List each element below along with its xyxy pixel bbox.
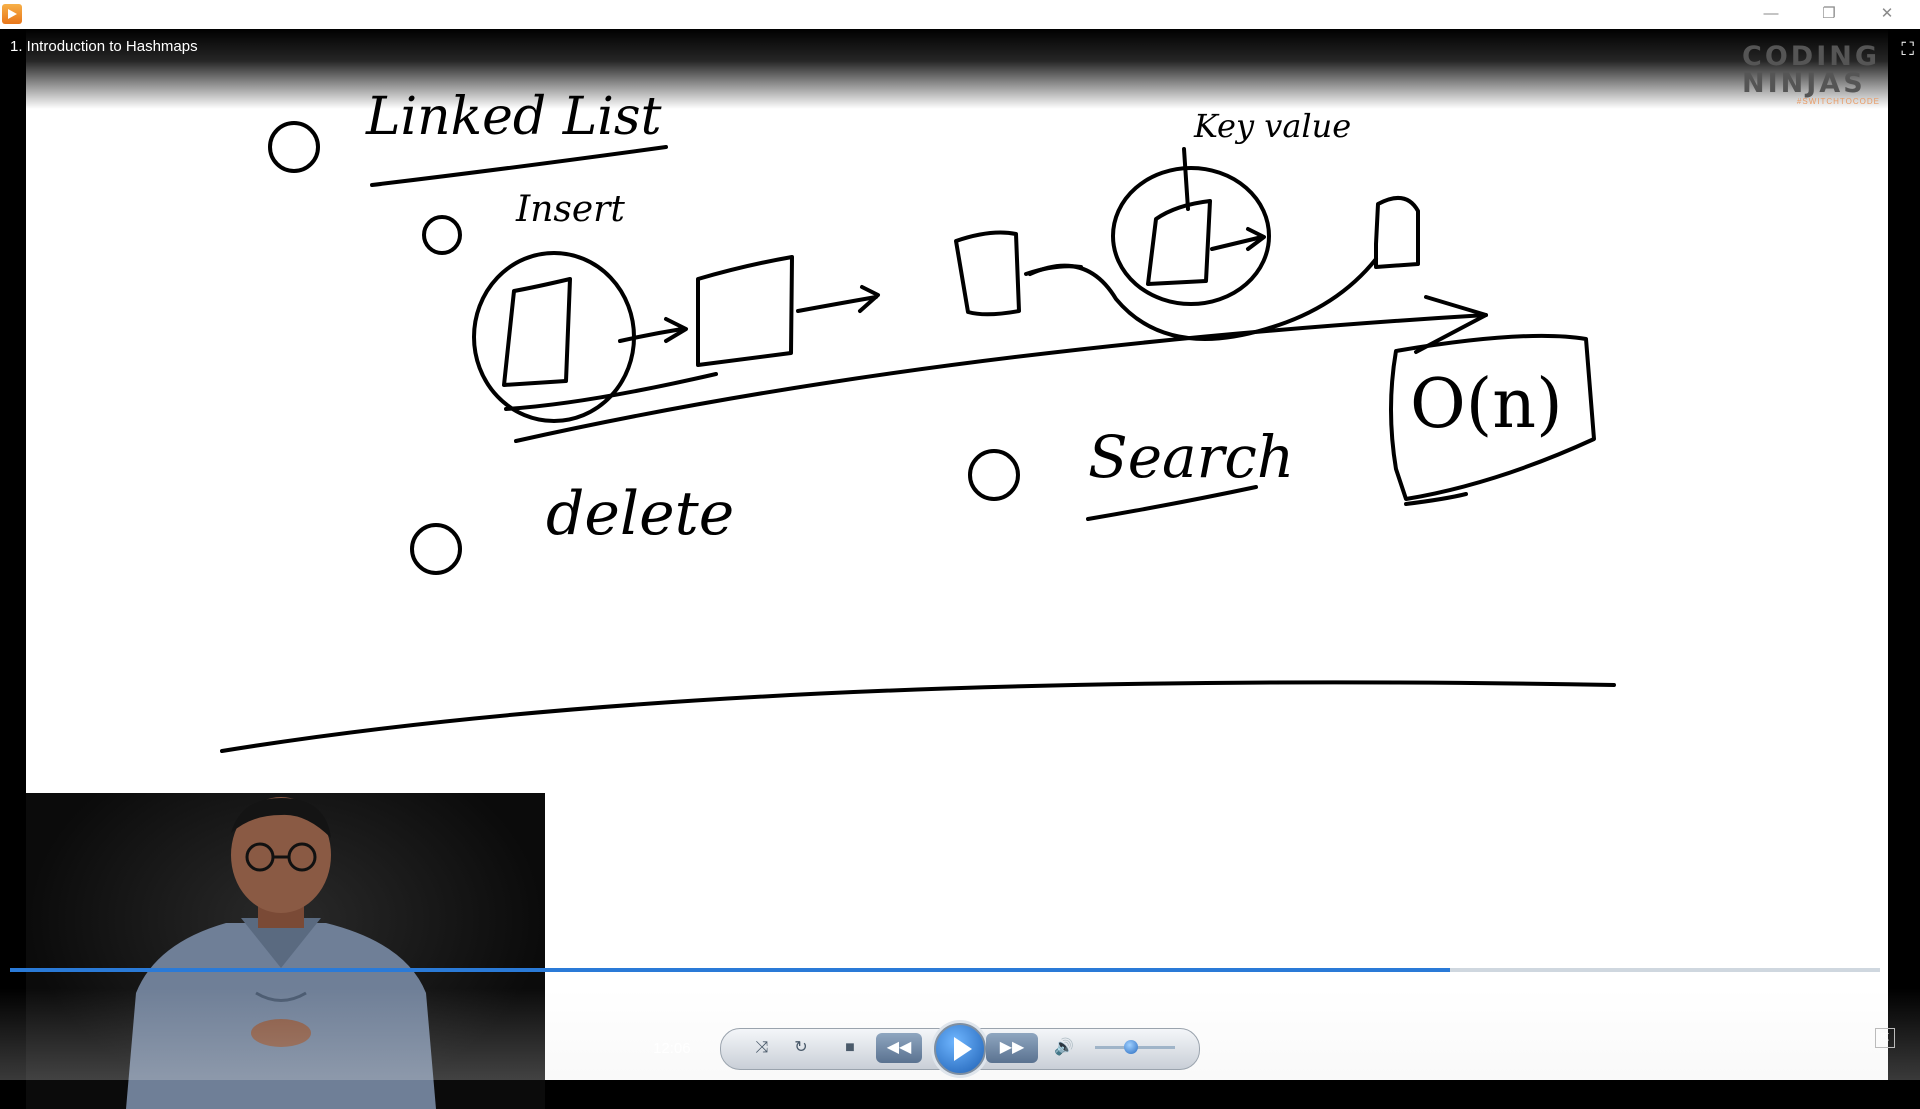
item1-number-circle <box>422 215 462 255</box>
volume-thumb[interactable] <box>1124 1040 1138 1054</box>
stop-icon[interactable]: ■ <box>836 1034 864 1062</box>
key-value-text: Key value <box>1194 107 1352 145</box>
shuffle-icon[interactable]: ⤨ <box>748 1034 776 1062</box>
seek-progress <box>10 968 1450 972</box>
fast-forward-icon: ▶▶ <box>999 1039 1025 1056</box>
rewind-button[interactable]: ◀◀ <box>876 1033 922 1063</box>
heading-underline <box>370 145 668 187</box>
search-underline <box>1086 485 1258 521</box>
webcam-feed <box>26 793 545 1109</box>
item2-number-circle <box>410 523 462 575</box>
presenter-image <box>126 797 436 1109</box>
switch-to-now-playing-icon[interactable]: ⇱ <box>1875 1028 1895 1048</box>
complexity-text: O(n) <box>1410 365 1563 444</box>
node-box-1 <box>502 277 572 387</box>
video-area[interactable]: Linked List Insert delete Search Key val… <box>0 29 1920 1109</box>
seek-bar[interactable] <box>10 968 1880 972</box>
item3-number-circle <box>968 449 1020 501</box>
heading-number-circle <box>268 121 320 173</box>
title-bar: — ❐ ✕ <box>0 0 1920 29</box>
node-box-5 <box>1374 195 1420 269</box>
item1-text: Insert <box>516 189 625 230</box>
repeat-icon[interactable]: ↻ <box>787 1034 815 1062</box>
coding-ninjas-logo: CODING NINJAS #SWITCHTOCODE <box>1742 43 1880 106</box>
close-button[interactable]: ✕ <box>1858 0 1916 29</box>
title-overlay: 1. Introduction to Hashmaps ⛶ <box>0 29 1920 109</box>
logo-line-1: CODING <box>1742 41 1880 72</box>
play-icon <box>954 1037 972 1061</box>
node-box-3 <box>954 230 1021 317</box>
rewind-icon: ◀◀ <box>886 1039 912 1056</box>
item3-text: Search <box>1088 423 1295 491</box>
current-time: 12:06 <box>653 1040 691 1057</box>
bottom-line <box>220 680 1616 753</box>
restore-button[interactable]: ❐ <box>1800 0 1858 29</box>
volume-icon[interactable]: 🔊 <box>1050 1034 1078 1062</box>
underline-traversal <box>504 372 718 411</box>
fullscreen-toggle-icon[interactable]: ⛶ <box>1901 39 1914 60</box>
node-box-2 <box>696 255 794 367</box>
fast-forward-button[interactable]: ▶▶ <box>986 1033 1038 1063</box>
node-box-4 <box>1146 199 1212 286</box>
play-button[interactable] <box>934 1023 986 1075</box>
key-value-pointer <box>1182 147 1190 211</box>
logo-line-2: NINJAS <box>1742 68 1866 99</box>
video-title: 1. Introduction to Hashmaps <box>10 38 198 55</box>
media-player-icon <box>2 4 22 24</box>
item2-text: delete <box>546 479 735 549</box>
minimize-button[interactable]: — <box>1742 0 1800 29</box>
